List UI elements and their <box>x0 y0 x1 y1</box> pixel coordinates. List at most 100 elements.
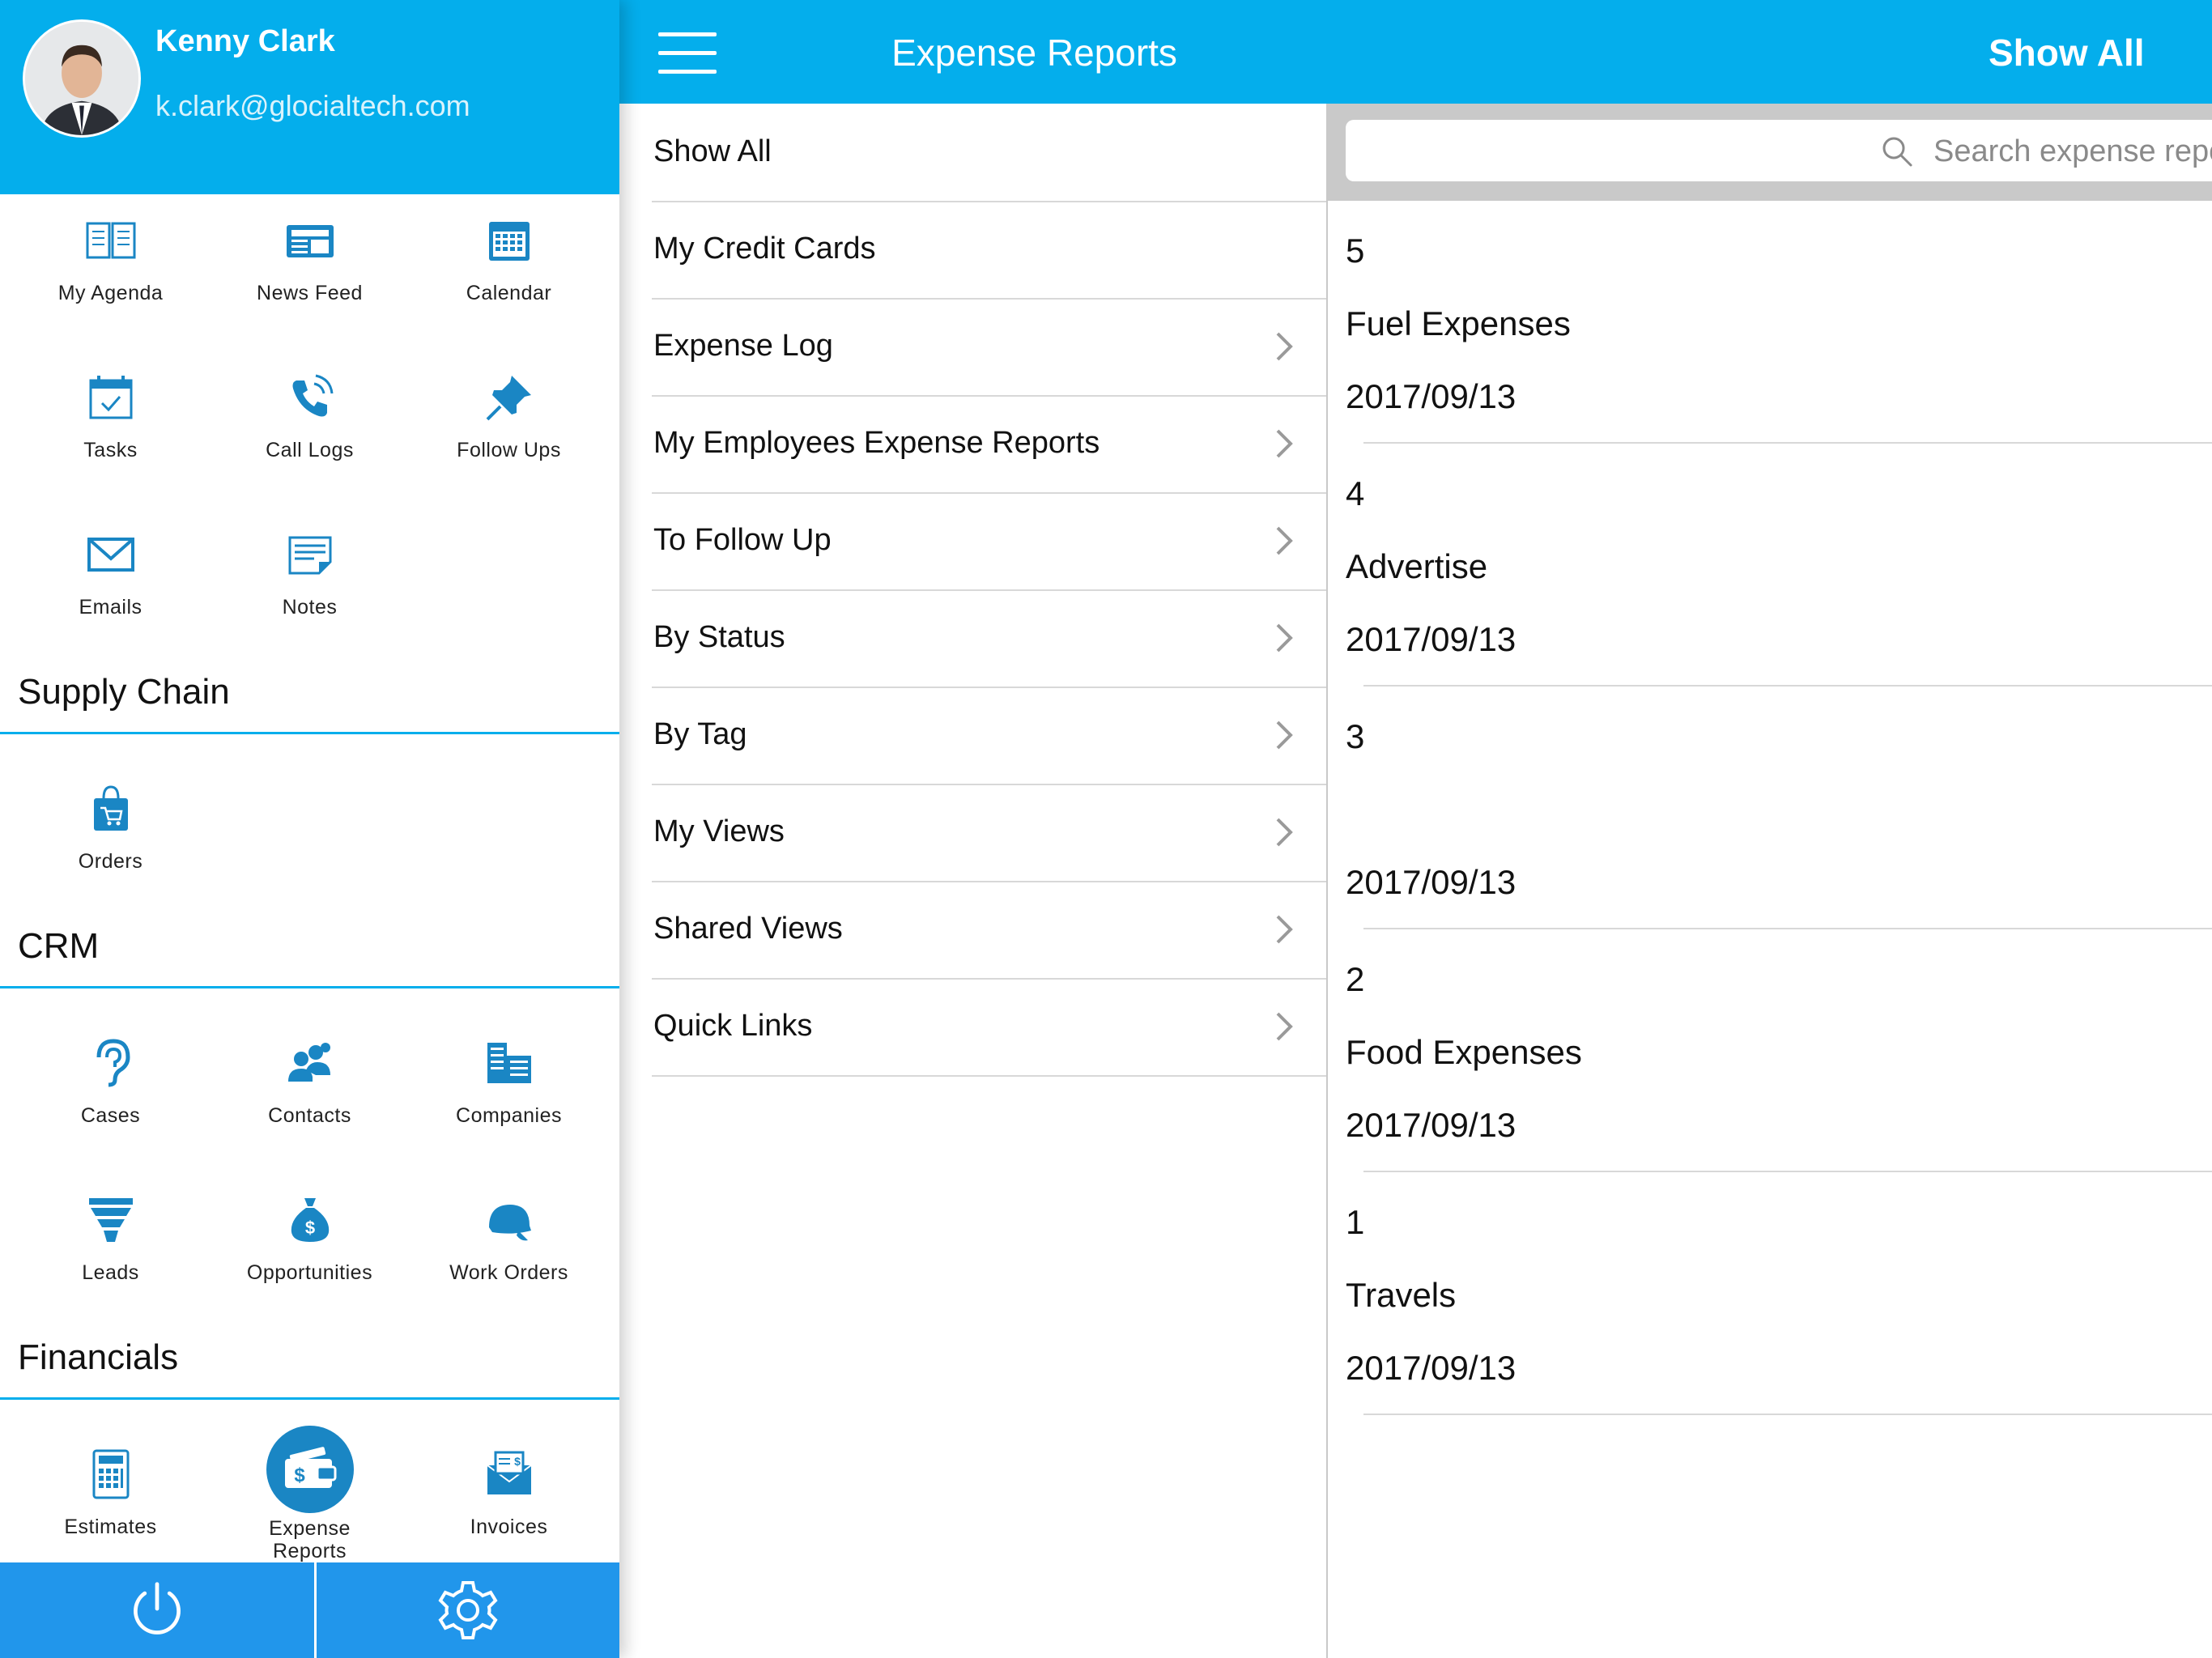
shopping-bag-icon <box>83 780 139 837</box>
menu-item-label: Show All <box>653 134 772 168</box>
report-number: 3 <box>1346 717 1365 755</box>
chevron-right-icon <box>1276 915 1293 944</box>
section-divider <box>0 986 619 988</box>
tile-leads[interactable]: Leads <box>0 1174 221 1328</box>
menu-item-by-tag[interactable]: By Tag <box>652 687 1326 785</box>
tile-companies[interactable]: Companies <box>398 1017 619 1171</box>
list-title: Show All <box>1989 32 2145 74</box>
wallet-icon: $ <box>266 1425 355 1514</box>
tile-notes[interactable]: Notes <box>199 508 420 662</box>
profile-name: Kenny Clark <box>155 24 335 58</box>
page-title: Expense Reports <box>891 32 1177 74</box>
menu-item-my-views[interactable]: My Views <box>652 784 1326 882</box>
report-date: 2017/09/13 <box>1346 1349 1516 1387</box>
tile-estimates[interactable]: Estimates <box>0 1428 221 1582</box>
tile-expense-reports[interactable]: $ Expense Reports <box>199 1420 420 1574</box>
report-date: 2017/09/13 <box>1346 1106 1516 1144</box>
section-divider <box>0 1397 619 1400</box>
avatar <box>23 19 141 138</box>
search-icon <box>1882 137 1912 167</box>
report-row[interactable]: 4 Advertise 2017/09/13 <box>1346 444 2212 687</box>
menu-item-label: Shared Views <box>653 912 843 946</box>
profile-email: k.clark@glocialtech.com <box>155 89 470 122</box>
report-row[interactable]: 2 Food Expenses 2017/09/13 <box>1346 929 2212 1172</box>
report-list-pane: Show All 5 Fuel Expenses 2017/09/13 4 Ad… <box>1328 0 2212 1658</box>
menu-header: Expense Reports <box>619 0 1328 104</box>
chevron-right-icon <box>1276 1012 1293 1041</box>
task-calendar-icon <box>83 369 139 426</box>
search-bar <box>1328 104 2212 201</box>
tile-label: Opportunities <box>246 1261 373 1284</box>
invoice-envelope-icon: $ <box>481 1446 538 1503</box>
menu-item-label: By Status <box>653 620 785 654</box>
tile-news-feed[interactable]: News Feed <box>199 194 420 348</box>
tile-follow-ups[interactable]: Follow Ups <box>398 351 619 505</box>
menu-item-label: By Tag <box>653 717 747 751</box>
report-number: 1 <box>1346 1203 1365 1241</box>
building-icon <box>481 1035 538 1091</box>
report-row[interactable]: 3 2017/09/13 <box>1346 687 2212 929</box>
tile-label: Follow Ups <box>457 439 561 461</box>
menu-item-my-employees-expense-reports[interactable]: My Employees Expense Reports <box>652 395 1326 494</box>
tile-label: My Agenda <box>57 282 164 304</box>
tile-invoices[interactable]: $ Invoices <box>398 1428 619 1582</box>
tile-calendar[interactable]: Calendar <box>398 194 619 348</box>
menu-item-label: My Employees Expense Reports <box>653 426 1100 460</box>
search-input[interactable] <box>1932 130 2212 173</box>
menu-item-to-follow-up[interactable]: To Follow Up <box>652 492 1326 591</box>
note-icon <box>282 526 338 583</box>
bottom-toolbar <box>0 1562 619 1658</box>
calculator-icon <box>83 1446 139 1503</box>
menu-item-label: To Follow Up <box>653 523 832 557</box>
tile-emails[interactable]: Emails <box>0 508 221 662</box>
settings-button[interactable] <box>317 1562 619 1658</box>
section-divider <box>0 732 619 734</box>
menu-item-my-credit-cards[interactable]: My Credit Cards <box>652 201 1326 300</box>
tile-label-line: Expense <box>269 1517 351 1540</box>
chevron-right-icon <box>1276 818 1293 847</box>
menu-item-by-status[interactable]: By Status <box>652 589 1326 688</box>
list-header: Show All <box>1328 0 2212 104</box>
svg-text:$: $ <box>304 1218 314 1238</box>
menu-item-shared-views[interactable]: Shared Views <box>652 881 1326 980</box>
report-date: 2017/09/13 <box>1346 620 1516 658</box>
tile-opportunities[interactable]: $ Opportunities <box>199 1174 420 1328</box>
menu-item-label: My Views <box>653 814 785 848</box>
report-date: 2017/09/13 <box>1346 377 1516 415</box>
row-divider <box>1363 1414 2212 1415</box>
menu-item-expense-log[interactable]: Expense Log <box>652 298 1326 397</box>
report-title: Travels <box>1346 1276 1457 1314</box>
tile-label: Invoices <box>470 1516 548 1538</box>
tile-label: News Feed <box>257 282 363 304</box>
funnel-icon <box>83 1192 139 1248</box>
report-row[interactable]: 5 Fuel Expenses 2017/09/13 <box>1346 201 2212 444</box>
profile-header[interactable]: Kenny Clark k.clark@glocialtech.com <box>0 0 619 194</box>
search-field[interactable] <box>1346 120 2212 181</box>
logout-button[interactable] <box>0 1562 314 1658</box>
tile-label: Orders <box>78 850 143 873</box>
tile-orders[interactable]: Orders <box>0 763 221 916</box>
tile-call-logs[interactable]: Call Logs <box>199 351 420 505</box>
chevron-right-icon <box>1276 526 1293 555</box>
menu-item-label: Quick Links <box>653 1009 813 1043</box>
tile-contacts[interactable]: Contacts <box>199 1017 420 1171</box>
tile-label: Call Logs <box>266 439 354 461</box>
tile-work-orders[interactable]: Work Orders <box>398 1174 619 1328</box>
tile-label: Work Orders <box>449 1261 568 1284</box>
menu-item-show-all[interactable]: Show All <box>652 104 1326 202</box>
newspaper-icon <box>282 212 338 269</box>
report-title: Fuel Expenses <box>1346 304 1571 342</box>
chevron-right-icon <box>1276 332 1293 361</box>
menu-item-quick-links[interactable]: Quick Links <box>652 978 1326 1077</box>
tile-cases[interactable]: Cases <box>0 1017 221 1171</box>
tile-label: Expense Reports <box>199 1517 420 1562</box>
calendar-icon <box>481 212 538 269</box>
navigation-drawer: Kenny Clark k.clark@glocialtech.com My A… <box>0 0 619 1658</box>
tile-tasks[interactable]: Tasks <box>0 351 221 505</box>
tile-label: Contacts <box>268 1104 351 1127</box>
gear-icon <box>438 1581 498 1639</box>
report-row[interactable]: 1 Travels 2017/09/13 <box>1346 1172 2212 1415</box>
tile-my-agenda[interactable]: My Agenda <box>0 194 221 348</box>
section-title-supply-chain: Supply Chain <box>18 672 230 712</box>
helmet-icon <box>481 1192 538 1248</box>
